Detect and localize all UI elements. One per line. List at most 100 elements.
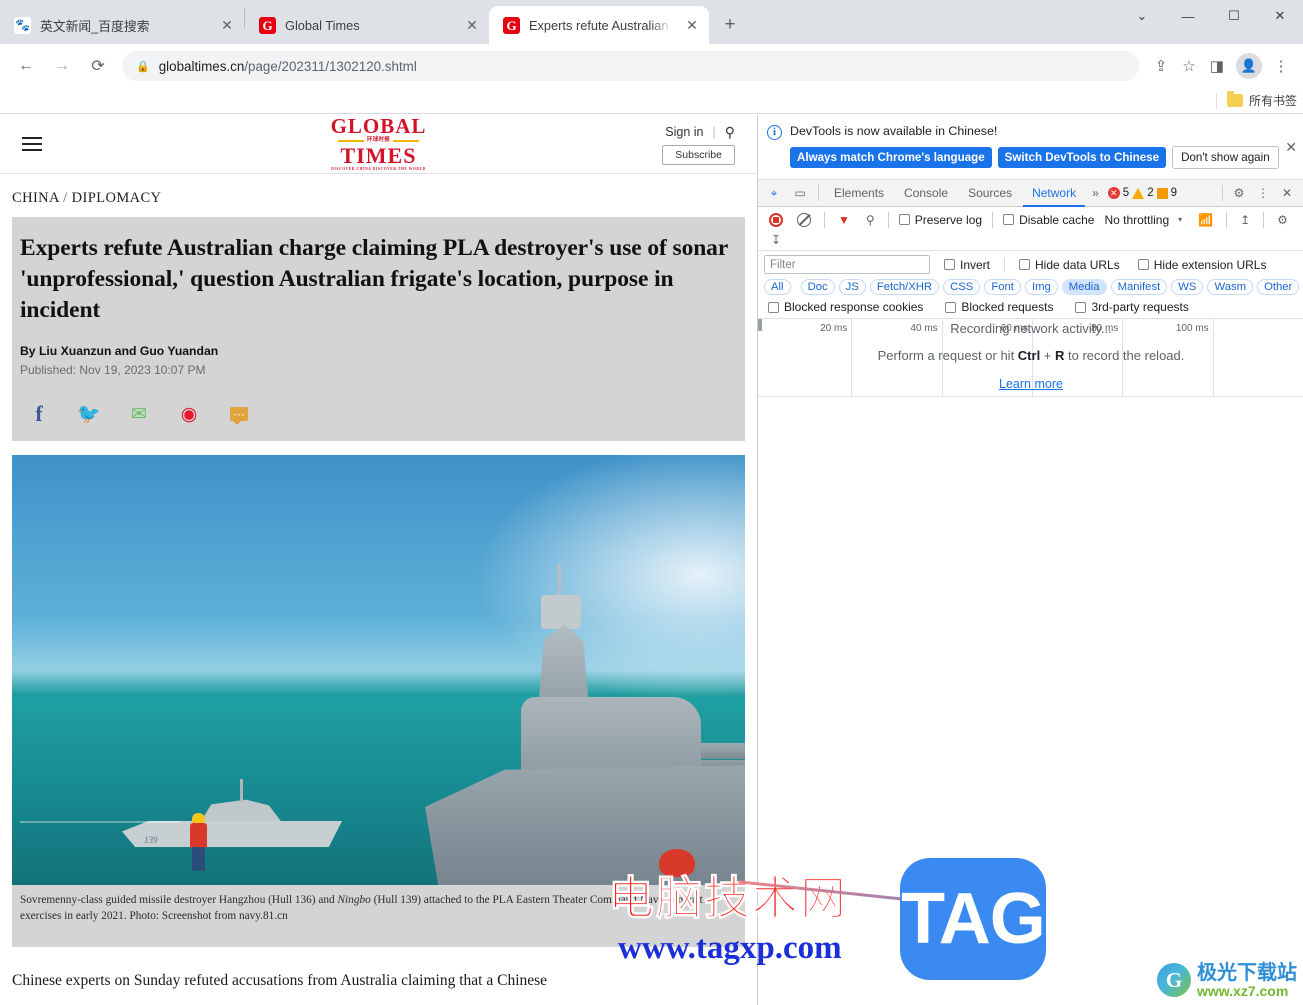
browser-tab-2[interactable]: G Global Times ✕ [245, 6, 489, 44]
browser-tab-3-active[interactable]: G Experts refute Australian charg ✕ [489, 6, 709, 44]
tab-sources[interactable]: Sources [959, 180, 1021, 207]
tab-title: Experts refute Australian charg [529, 17, 672, 33]
twitter-icon[interactable]: 🐦 [77, 403, 101, 425]
filter-chip-img[interactable]: Img [1024, 279, 1058, 295]
search-icon[interactable]: ⚲ [866, 213, 875, 227]
network-settings-icon[interactable]: ⚙ [1277, 213, 1288, 227]
hide-extension-urls-checkbox[interactable]: Hide extension URLs [1137, 258, 1266, 272]
filter-chip-other[interactable]: Other [1257, 279, 1300, 295]
bookmark-star-icon[interactable]: ☆ [1175, 52, 1203, 80]
logo-line-1: GLOBAL [330, 115, 427, 139]
switch-to-chinese-button[interactable]: Switch DevTools to Chinese [997, 147, 1167, 168]
invert-checkbox[interactable]: Invert [944, 258, 990, 272]
profile-avatar[interactable]: 👤 [1236, 53, 1262, 79]
sms-icon[interactable]: ⋯ [228, 403, 250, 426]
breadcrumb-section[interactable]: CHINA [12, 190, 59, 206]
tab-console[interactable]: Console [895, 180, 957, 207]
record-button[interactable] [769, 212, 783, 227]
search-icon[interactable]: ⚲ [725, 124, 735, 141]
checkbox-box [898, 214, 910, 225]
filter-chip-font[interactable]: Font [984, 279, 1021, 295]
devtools-kebab-icon[interactable]: ⋮ [1251, 182, 1275, 204]
tab-close-button[interactable]: ✕ [461, 14, 483, 36]
breadcrumb-subsection[interactable]: DIPLOMACY [72, 190, 162, 206]
filter-chip-manifest[interactable]: Manifest [1110, 279, 1168, 295]
social-share-row: f 🐦 ✉ ◉ ⋯ [28, 401, 737, 426]
article-published-date: Published: Nov 19, 2023 10:07 PM [20, 363, 206, 378]
devtools-settings-icon[interactable]: ⚙ [1227, 182, 1251, 204]
all-bookmarks-button[interactable]: 所有书签 [1226, 91, 1297, 109]
error-icon: ✕ [1107, 187, 1120, 199]
export-har-icon[interactable]: ↧ [771, 233, 781, 247]
preserve-log-checkbox[interactable]: Preserve log [898, 213, 982, 227]
issue-counters[interactable]: ✕ 5 2 9 [1107, 187, 1177, 199]
filter-chip-all[interactable]: All [764, 279, 791, 295]
tab-title: Global Times [285, 17, 360, 33]
weibo-icon[interactable]: ◉ [178, 403, 200, 425]
checkbox-box [768, 301, 779, 313]
always-match-language-button[interactable]: Always match Chrome's language [790, 147, 992, 168]
recording-message: Recording network activity... [950, 321, 1112, 336]
share-icon[interactable]: ⇪ [1147, 52, 1175, 80]
clear-button[interactable] [797, 212, 811, 227]
dont-show-again-button[interactable]: Don't show again [1172, 146, 1279, 169]
filter-input[interactable] [764, 255, 930, 274]
baidu-favicon: 🐾 [14, 16, 31, 34]
filter-chip-js[interactable]: JS [838, 279, 866, 295]
filter-chip-ws[interactable]: WS [1171, 279, 1204, 295]
disable-cache-checkbox[interactable]: Disable cache [1003, 213, 1094, 227]
tab-network[interactable]: Network [1023, 180, 1085, 207]
forward-button[interactable]: → [47, 51, 77, 81]
more-tabs-icon[interactable]: » [1087, 186, 1104, 200]
side-panel-icon[interactable]: ◨ [1203, 52, 1231, 80]
blocked-response-cookies-checkbox[interactable]: Blocked response cookies [768, 300, 923, 314]
filter-chip-fetch-xhr[interactable]: Fetch/XHR [869, 279, 940, 295]
tab-title: 英文新闻_百度搜索 [40, 18, 150, 34]
filter-chip-doc[interactable]: Doc [800, 279, 835, 295]
sign-in-link[interactable]: Sign in [665, 125, 703, 139]
sailor-figure [188, 813, 210, 872]
inspect-element-icon[interactable]: ⌖ [762, 182, 786, 204]
subscribe-button[interactable]: Subscribe [662, 144, 735, 165]
learn-more-link[interactable]: Learn more [999, 377, 1063, 391]
chevron-down-icon[interactable]: ▾ [1178, 215, 1182, 224]
blocked-requests-checkbox[interactable]: Blocked requests [945, 300, 1053, 314]
import-har-icon[interactable]: ↥ [1240, 213, 1250, 227]
third-party-requests-checkbox[interactable]: 3rd-party requests [1075, 300, 1189, 314]
reload-button[interactable]: ⟳ [83, 51, 113, 81]
filter-chip-css[interactable]: CSS [943, 279, 981, 295]
maximize-button[interactable]: ☐ [1211, 0, 1257, 32]
globaltimes-favicon: G [259, 16, 276, 34]
minimize-button[interactable]: — [1165, 0, 1211, 32]
hamburger-icon[interactable] [22, 137, 42, 151]
chrome-menu-icon[interactable]: ⋮ [1267, 52, 1295, 80]
tab-close-button[interactable]: ✕ [681, 14, 703, 36]
network-filter-bar: Invert Hide data URLs Hide extension URL… [758, 251, 1303, 319]
filter-chip-wasm[interactable]: Wasm [1207, 279, 1254, 295]
header-divider: | [712, 125, 716, 139]
address-bar[interactable]: 🔒 globaltimes.cn/page/202311/1302120.sht… [122, 51, 1139, 81]
article-header-block: Experts refute Australian charge claimin… [12, 217, 745, 442]
new-tab-button[interactable]: + [715, 10, 745, 40]
device-toolbar-icon[interactable]: ▭ [788, 182, 812, 204]
hide-data-urls-checkbox[interactable]: Hide data URLs [1019, 258, 1120, 272]
tab-close-button[interactable]: ✕ [216, 14, 238, 36]
banner-close-icon[interactable]: ✕ [1285, 139, 1297, 156]
url-path: /page/202311/1302120.shtml [244, 58, 417, 74]
facebook-icon[interactable]: f [28, 401, 50, 426]
folder-icon [1226, 91, 1243, 107]
filter-funnel-icon[interactable]: ▼ [838, 213, 850, 227]
close-window-button[interactable]: ✕ [1257, 0, 1303, 32]
wechat-icon[interactable]: ✉ [128, 403, 150, 425]
browser-tab-1[interactable]: 🐾 英文新闻_百度搜索 ✕ [0, 6, 244, 44]
filter-chip-media[interactable]: Media [1061, 279, 1107, 295]
throttling-select[interactable]: No throttling [1104, 213, 1169, 227]
back-button[interactable]: ← [11, 51, 41, 81]
tab-elements[interactable]: Elements [825, 180, 893, 207]
bookmarks-bar: 所有书签 [0, 88, 1303, 114]
network-conditions-icon[interactable]: 📶 [1198, 213, 1213, 227]
devtools-close-icon[interactable]: ✕ [1275, 182, 1299, 204]
tab-search-dropdown-icon[interactable]: ⌄ [1119, 0, 1165, 32]
globaltimes-logo[interactable]: GLOBAL 环球时报 TIMES DISCOVER CHINA DISCOVE… [331, 116, 427, 172]
page-title: Experts refute Australian charge claimin… [20, 235, 728, 324]
